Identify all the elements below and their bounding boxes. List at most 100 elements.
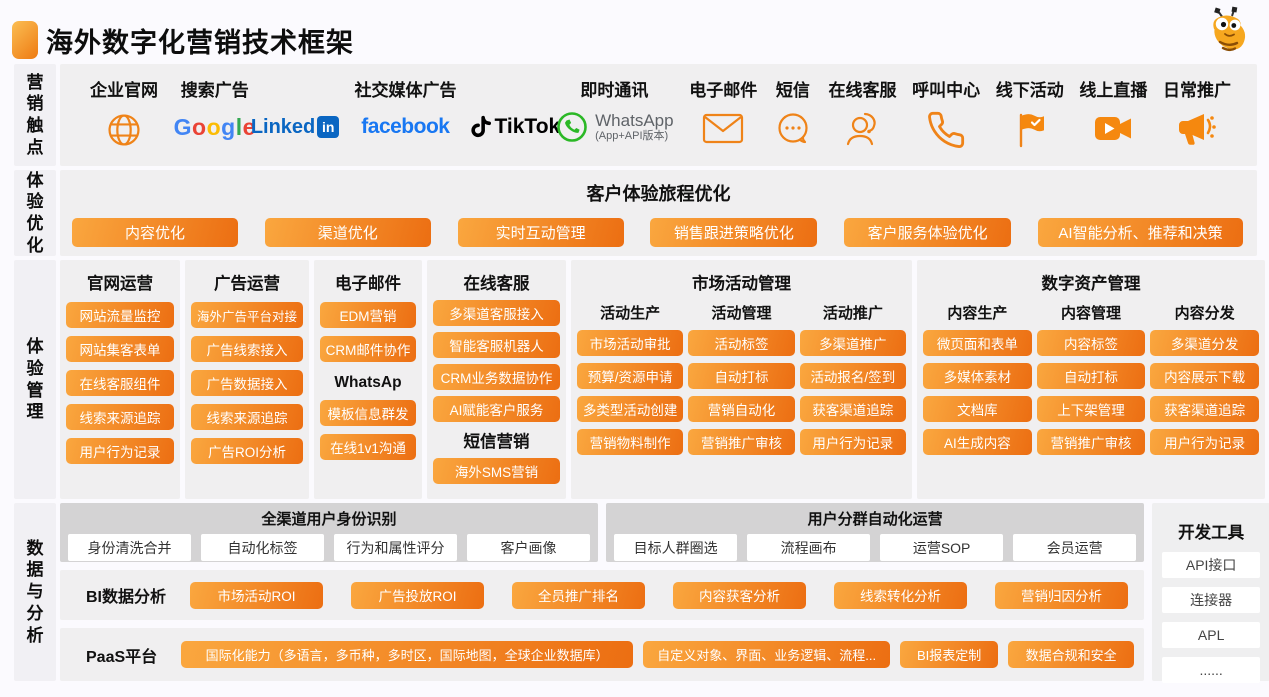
touchpoints-band: 企业官网 搜索广告 Google 社交媒体广告 Linked in	[60, 64, 1257, 166]
capability-button: 在线1v1沟通	[320, 434, 416, 460]
bi-button: 线索转化分析	[834, 582, 967, 609]
touchpoint-email: 电子邮件	[689, 76, 757, 166]
touchpoint-search-ads: 搜索广告 Google	[174, 76, 256, 166]
capability-button: 营销物料制作	[577, 429, 683, 455]
capability-button: AI生成内容	[923, 429, 1032, 455]
capability-button: 微页面和表单	[923, 330, 1032, 356]
whatsapp-icon	[555, 110, 589, 144]
capability-button: 用户行为记录	[1150, 429, 1259, 455]
segmentation-chip: 运营SOP	[880, 534, 1003, 561]
capability-button: 用户行为记录	[800, 429, 906, 455]
journey-button: 销售跟进策略优化	[650, 218, 817, 247]
bi-button: 全员推广排名	[512, 582, 645, 609]
panel-website-ops: 官网运营 网站流量监控 网站集客表单 在线客服组件 线索来源追踪 用户行为记录	[60, 260, 180, 499]
panel-ad-ops: 广告运营 海外广告平台对接 广告线索接入 广告数据接入 线索来源追踪 广告ROI…	[185, 260, 309, 499]
capability-button: 多媒体素材	[923, 363, 1032, 389]
experience-management-row: 体验管理 官网运营 网站流量监控 网站集客表单 在线客服组件 线索来源追踪 用户…	[14, 260, 1257, 499]
devtools-chip: ......	[1162, 657, 1260, 683]
journey-button: 内容优化	[72, 218, 238, 247]
segmentation-chip: 会员运营	[1013, 534, 1136, 561]
paas-button: 自定义对象、界面、业务逻辑、流程...	[643, 641, 890, 668]
capability-button: 市场活动审批	[577, 330, 683, 356]
capability-button: 自动打标	[1037, 363, 1146, 389]
segmentation-panel: 用户分群自动化运营 目标人群圈选 流程画布 运营SOP 会员运营	[606, 503, 1144, 562]
title-accent-bar	[12, 21, 38, 59]
analytics-band: 全渠道用户身份识别 身份清洗合并 自动化标签 行为和属性评分 客户画像 用户分群…	[60, 503, 1269, 681]
capability-button: 活动标签	[688, 330, 794, 356]
capability-button: 多渠道分发	[1150, 330, 1259, 356]
content-distribution-column: 内容分发 多渠道分发 内容展示下载 获客渠道追踪 用户行为记录	[1150, 298, 1259, 462]
capability-button: 营销推广审核	[688, 429, 794, 455]
campaign-management-column: 活动管理 活动标签 自动打标 营销自动化 营销推广审核	[688, 298, 794, 462]
identity-chip: 自动化标签	[201, 534, 324, 561]
capability-button: 在线客服组件	[66, 370, 174, 396]
capability-button: 广告数据接入	[191, 370, 303, 396]
capability-button: 上下架管理	[1037, 396, 1146, 422]
touchpoint-offline-events: 线下活动	[996, 76, 1064, 166]
capability-button: 内容展示下载	[1150, 363, 1259, 389]
bi-button: 市场活动ROI	[190, 582, 323, 609]
management-band: 官网运营 网站流量监控 网站集客表单 在线客服组件 线索来源追踪 用户行为记录 …	[60, 260, 1265, 499]
touchpoint-live-streaming: 线上直播	[1079, 76, 1147, 166]
paas-button: 国际化能力（多语言，多币种，多时区，国际地图，全球企业数据库）	[181, 641, 633, 668]
panel-campaign-management: 市场活动管理 活动生产 市场活动审批 预算/资源申请 多类型活动创建 营销物料制…	[571, 260, 912, 499]
content-management-column: 内容管理 内容标签 自动打标 上下架管理 营销推广审核	[1037, 298, 1146, 462]
touchpoint-sms: 短信	[773, 76, 813, 166]
capability-button: 活动报名/签到	[800, 363, 906, 389]
flag-icon	[1010, 110, 1050, 150]
capability-button: 营销推广审核	[1037, 429, 1146, 455]
identity-panel: 全渠道用户身份识别 身份清洗合并 自动化标签 行为和属性评分 客户画像	[60, 503, 598, 562]
identity-chip: 行为和属性评分	[334, 534, 457, 561]
phone-icon	[926, 110, 966, 150]
capability-button: 预算/资源申请	[577, 363, 683, 389]
megaphone-icon	[1174, 110, 1220, 150]
identity-chip: 身份清洗合并	[68, 534, 191, 561]
devtools-chip: 连接器	[1162, 587, 1260, 613]
capability-button: 广告ROI分析	[191, 438, 303, 464]
touchpoint-social-ads: 社交媒体广告 Linked in facebook TikTok	[272, 76, 540, 166]
capability-button: 广告线索接入	[191, 336, 303, 362]
paas-band: PaaS平台 国际化能力（多语言，多币种，多时区，国际地图，全球企业数据库） 自…	[60, 628, 1144, 681]
capability-button: 多渠道客服接入	[433, 300, 560, 326]
capability-button: CRM邮件协作	[320, 336, 416, 362]
identity-chip: 客户画像	[467, 534, 590, 561]
content-production-column: 内容生产 微页面和表单 多媒体素材 文档库 AI生成内容	[923, 298, 1032, 462]
journey-band: 客户体验旅程优化 内容优化 渠道优化 实时互动管理 销售跟进策略优化 客户服务体…	[60, 170, 1257, 256]
sidebar-label-touchpoints: 营销触点	[14, 64, 56, 166]
slide-canvas: 海外数字化营销技术框架 营销触点 企业官网	[0, 0, 1269, 697]
journey-button: AI智能分析、推荐和决策	[1038, 218, 1243, 247]
linkedin-in-badge: in	[317, 116, 339, 138]
capability-button: 营销自动化	[688, 396, 794, 422]
capability-button: AI赋能客户服务	[433, 396, 560, 422]
capability-button: 获客渠道追踪	[800, 396, 906, 422]
touchpoint-corporate-website: 企业官网	[90, 76, 158, 166]
experience-optimization-row: 体验优化 客户体验旅程优化 内容优化 渠道优化 实时互动管理 销售跟进策略优化 …	[14, 170, 1257, 256]
devtools-panel: 开发工具 API接口 连接器 APL ......	[1152, 503, 1269, 681]
journey-button: 渠道优化	[265, 218, 431, 247]
devtools-chip: API接口	[1162, 552, 1260, 578]
touchpoint-online-service: 在线客服	[828, 76, 896, 166]
bi-button: 营销归因分析	[995, 582, 1128, 609]
facebook-logo: facebook	[361, 115, 449, 139]
capability-button: EDM营销	[320, 302, 416, 328]
sidebar-label-experience-management: 体验管理	[14, 260, 56, 499]
touchpoint-daily-promotion: 日常推广	[1163, 76, 1231, 166]
capability-button: 线索来源追踪	[191, 404, 303, 430]
journey-button: 客户服务体验优化	[844, 218, 1011, 247]
sidebar-label-data-analytics: 数据与分析	[14, 503, 56, 681]
capability-button: 多类型活动创建	[577, 396, 683, 422]
capability-button: 线索来源追踪	[66, 404, 174, 430]
capability-button: 网站集客表单	[66, 336, 174, 362]
devtools-chip: APL	[1162, 622, 1260, 648]
panel-email-whatsapp: 电子邮件 EDM营销 CRM邮件协作 WhatsAp 模板信息群发 在线1v1沟…	[314, 260, 422, 499]
bi-button: 内容获客分析	[673, 582, 806, 609]
sidebar-label-experience-optimization: 体验优化	[14, 170, 56, 256]
segmentation-chip: 目标人群圈选	[614, 534, 737, 561]
capability-button: 自动打标	[688, 363, 794, 389]
paas-button: 数据合规和安全	[1008, 641, 1134, 668]
bee-mascot-logo	[1203, 6, 1253, 58]
page-title: 海外数字化营销技术框架	[46, 21, 354, 60]
linkedin-logo: Linked in	[251, 116, 339, 139]
bi-analytics-band: BI数据分析 市场活动ROI 广告投放ROI 全员推广排名 内容获客分析 线索转…	[60, 570, 1144, 620]
capability-button: 内容标签	[1037, 330, 1146, 356]
